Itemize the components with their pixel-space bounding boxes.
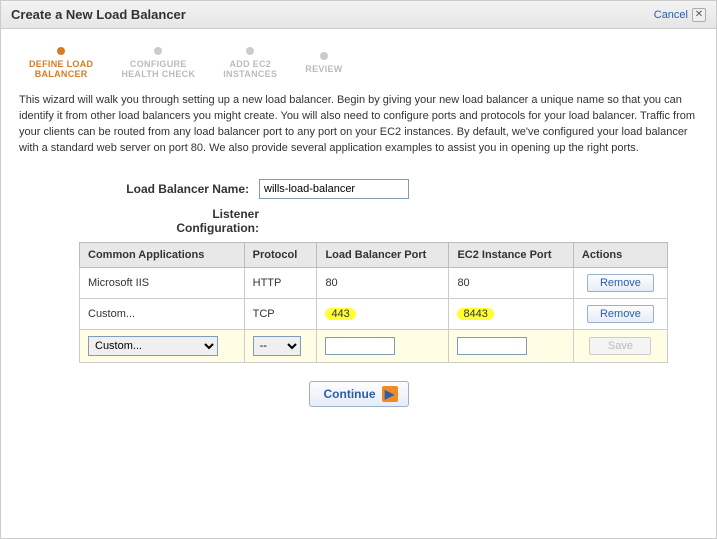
step-configure-health-check: CONFIGURE HEALTH CHECK [121, 47, 195, 79]
listener-config-label: Listener Configuration: [89, 207, 259, 236]
cell-ec2-port: 8443 [449, 298, 573, 329]
cell-app: Microsoft IIS [80, 267, 245, 298]
step-define-load-balancer: DEFINE LOAD BALANCER [29, 47, 93, 79]
cell-protocol: TCP [244, 298, 317, 329]
cell-lb-port: 443 [317, 298, 449, 329]
lb-name-input[interactable] [259, 179, 409, 199]
table-row: Custom... TCP 443 8443 Remove [80, 298, 668, 329]
save-button[interactable]: Save [589, 337, 651, 355]
col-actions: Actions [573, 242, 667, 267]
table-row: Microsoft IIS HTTP 80 80 Remove [80, 267, 668, 298]
common-app-select[interactable]: Custom... [88, 336, 218, 356]
highlight-lb-port: 443 [325, 308, 355, 320]
col-lb-port: Load Balancer Port [317, 242, 449, 267]
ec2-port-input[interactable] [457, 337, 527, 355]
step-circle-icon [320, 52, 328, 60]
wizard-stepper: DEFINE LOAD BALANCER CONFIGURE HEALTH CH… [29, 47, 698, 79]
listener-table: Common Applications Protocol Load Balanc… [79, 242, 668, 363]
remove-button[interactable]: Remove [587, 274, 654, 292]
step-circle-icon [57, 47, 65, 55]
dialog-title: Create a New Load Balancer [11, 7, 186, 22]
lb-port-input[interactable] [325, 337, 395, 355]
continue-button[interactable]: Continue ▶ [309, 381, 409, 407]
cell-app: Custom... [80, 298, 245, 329]
remove-button[interactable]: Remove [587, 305, 654, 323]
step-add-ec2-instances: ADD EC2 INSTANCES [223, 47, 277, 79]
dialog-titlebar: Create a New Load Balancer Cancel ✕ [1, 1, 716, 29]
continue-label: Continue [324, 387, 376, 401]
step-circle-icon [154, 47, 162, 55]
step-circle-icon [246, 47, 254, 55]
cancel-link[interactable]: Cancel [654, 9, 688, 21]
highlight-ec2-port: 8443 [457, 308, 493, 320]
col-protocol: Protocol [244, 242, 317, 267]
table-input-row: Custom... -- Save [80, 329, 668, 362]
col-common-applications: Common Applications [80, 242, 245, 267]
step-review: REVIEW [305, 52, 342, 74]
col-ec2-port: EC2 Instance Port [449, 242, 573, 267]
lb-name-label: Load Balancer Name: [89, 182, 259, 196]
cell-ec2-port: 80 [449, 267, 573, 298]
cell-protocol: HTTP [244, 267, 317, 298]
intro-text: This wizard will walk you through settin… [19, 93, 698, 157]
arrow-right-icon: ▶ [382, 386, 398, 402]
cell-lb-port: 80 [317, 267, 449, 298]
protocol-select[interactable]: -- [253, 336, 301, 356]
close-icon[interactable]: ✕ [692, 8, 706, 22]
